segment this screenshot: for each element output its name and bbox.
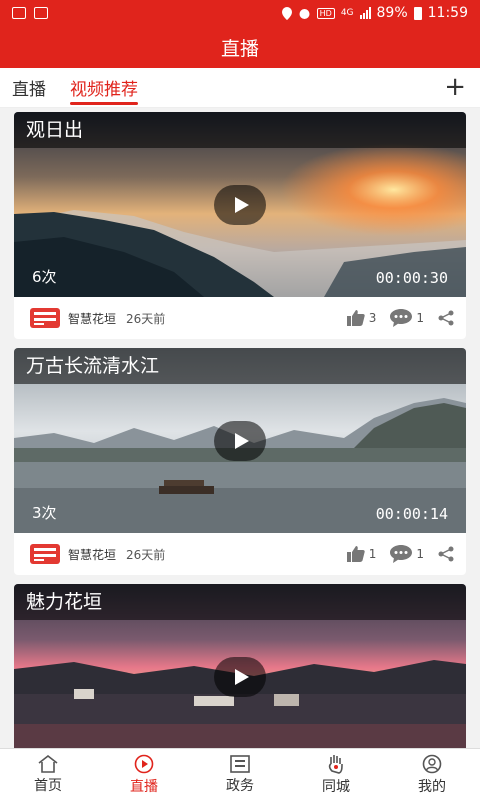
comment-button[interactable]: 1 <box>390 545 424 563</box>
nav-me[interactable]: 我的 <box>384 749 480 800</box>
thumbs-up-icon <box>346 310 365 326</box>
video-card[interactable]: 魅力花垣 <box>14 584 466 748</box>
play-circle-icon <box>134 754 154 773</box>
source-logo <box>28 305 62 331</box>
video-actions: 1 1 <box>337 545 454 563</box>
hd-badge: HD <box>316 7 335 19</box>
hand-icon <box>328 754 343 774</box>
video-duration: 00:00:14 <box>375 505 448 523</box>
video-title: 魅力花垣 <box>14 584 466 620</box>
like-count: 1 <box>368 547 377 561</box>
title-bar: 直播 <box>0 26 480 68</box>
video-actions: 3 1 <box>337 309 454 327</box>
nav-local-label: 同城 <box>322 778 350 795</box>
share-button[interactable] <box>438 546 454 562</box>
source-logo <box>28 541 62 567</box>
status-left <box>12 7 48 19</box>
gov-icon <box>230 754 250 773</box>
play-button[interactable] <box>214 185 266 225</box>
tab-bar: 直播 视频推荐 + <box>0 68 480 108</box>
video-meta: 智慧花垣 26天前 3 1 <box>14 297 466 339</box>
home-icon <box>38 754 58 773</box>
video-card[interactable]: 观日出 6次 00:00:30 智慧花垣 26天前 3 1 <box>14 112 466 339</box>
status-bar: HD 4G 89% 11:59 <box>0 0 480 26</box>
comment-count: 1 <box>416 547 424 561</box>
signal-icon <box>359 7 371 19</box>
battery-percent: 89% <box>376 5 408 21</box>
nav-gov[interactable]: 政务 <box>192 749 288 800</box>
tab-live[interactable]: 直播 <box>0 68 58 108</box>
comment-icon <box>390 309 413 327</box>
bottom-nav: 首页 直播 政务 同城 我的 <box>0 748 480 800</box>
view-count: 3次 <box>32 504 57 522</box>
source-name[interactable]: 智慧花垣 <box>68 310 116 327</box>
comment-icon <box>390 545 413 563</box>
play-icon <box>235 197 249 213</box>
nav-home[interactable]: 首页 <box>0 749 96 800</box>
share-icon <box>438 310 454 326</box>
plus-icon[interactable]: + <box>444 74 466 100</box>
post-age: 26天前 <box>126 311 166 326</box>
page-title: 直播 <box>220 37 259 60</box>
nav-gov-label: 政务 <box>226 777 254 794</box>
video-thumbnail[interactable]: 魅力花垣 <box>14 584 466 748</box>
like-button[interactable]: 3 <box>346 310 377 326</box>
video-thumbnail[interactable]: 万古长流清水江 3次 00:00:14 <box>14 348 466 533</box>
nav-me-label: 我的 <box>418 778 446 795</box>
like-count: 3 <box>368 311 377 325</box>
location-icon <box>281 6 292 20</box>
view-count: 6次 <box>32 268 57 286</box>
tab-video-recommend[interactable]: 视频推荐 <box>58 68 150 108</box>
image-icon <box>12 7 26 19</box>
play-button[interactable] <box>214 657 266 697</box>
video-title: 观日出 <box>14 112 466 148</box>
like-button[interactable]: 1 <box>346 546 377 562</box>
nav-live-label: 直播 <box>130 778 158 795</box>
checkbox-icon <box>34 7 48 19</box>
play-icon <box>235 433 249 449</box>
nav-home-label: 首页 <box>34 777 62 794</box>
status-right: HD 4G 89% 11:59 <box>281 5 468 21</box>
thumbs-up-icon <box>346 546 365 562</box>
source-name[interactable]: 智慧花垣 <box>68 546 116 563</box>
video-card[interactable]: 万古长流清水江 3次 00:00:14 智慧花垣 26天前 1 1 <box>14 348 466 575</box>
share-button[interactable] <box>438 310 454 326</box>
play-button[interactable] <box>214 421 266 461</box>
battery-icon <box>413 6 422 20</box>
network-label: 4G <box>340 8 354 18</box>
video-feed: 观日出 6次 00:00:30 智慧花垣 26天前 3 1 万古长流清水江 3次… <box>0 108 480 748</box>
share-icon <box>438 546 454 562</box>
alarm-icon <box>299 8 310 19</box>
comment-count: 1 <box>416 311 424 325</box>
clock: 11:59 <box>427 5 468 21</box>
user-icon <box>422 754 442 773</box>
nav-live[interactable]: 直播 <box>96 749 192 800</box>
post-age: 26天前 <box>126 547 166 562</box>
comment-button[interactable]: 1 <box>390 309 424 327</box>
video-thumbnail[interactable]: 观日出 6次 00:00:30 <box>14 112 466 297</box>
play-icon <box>235 669 249 685</box>
nav-local[interactable]: 同城 <box>288 749 384 800</box>
video-meta: 智慧花垣 26天前 1 1 <box>14 533 466 575</box>
video-title: 万古长流清水江 <box>14 348 466 384</box>
video-duration: 00:00:30 <box>375 269 448 287</box>
